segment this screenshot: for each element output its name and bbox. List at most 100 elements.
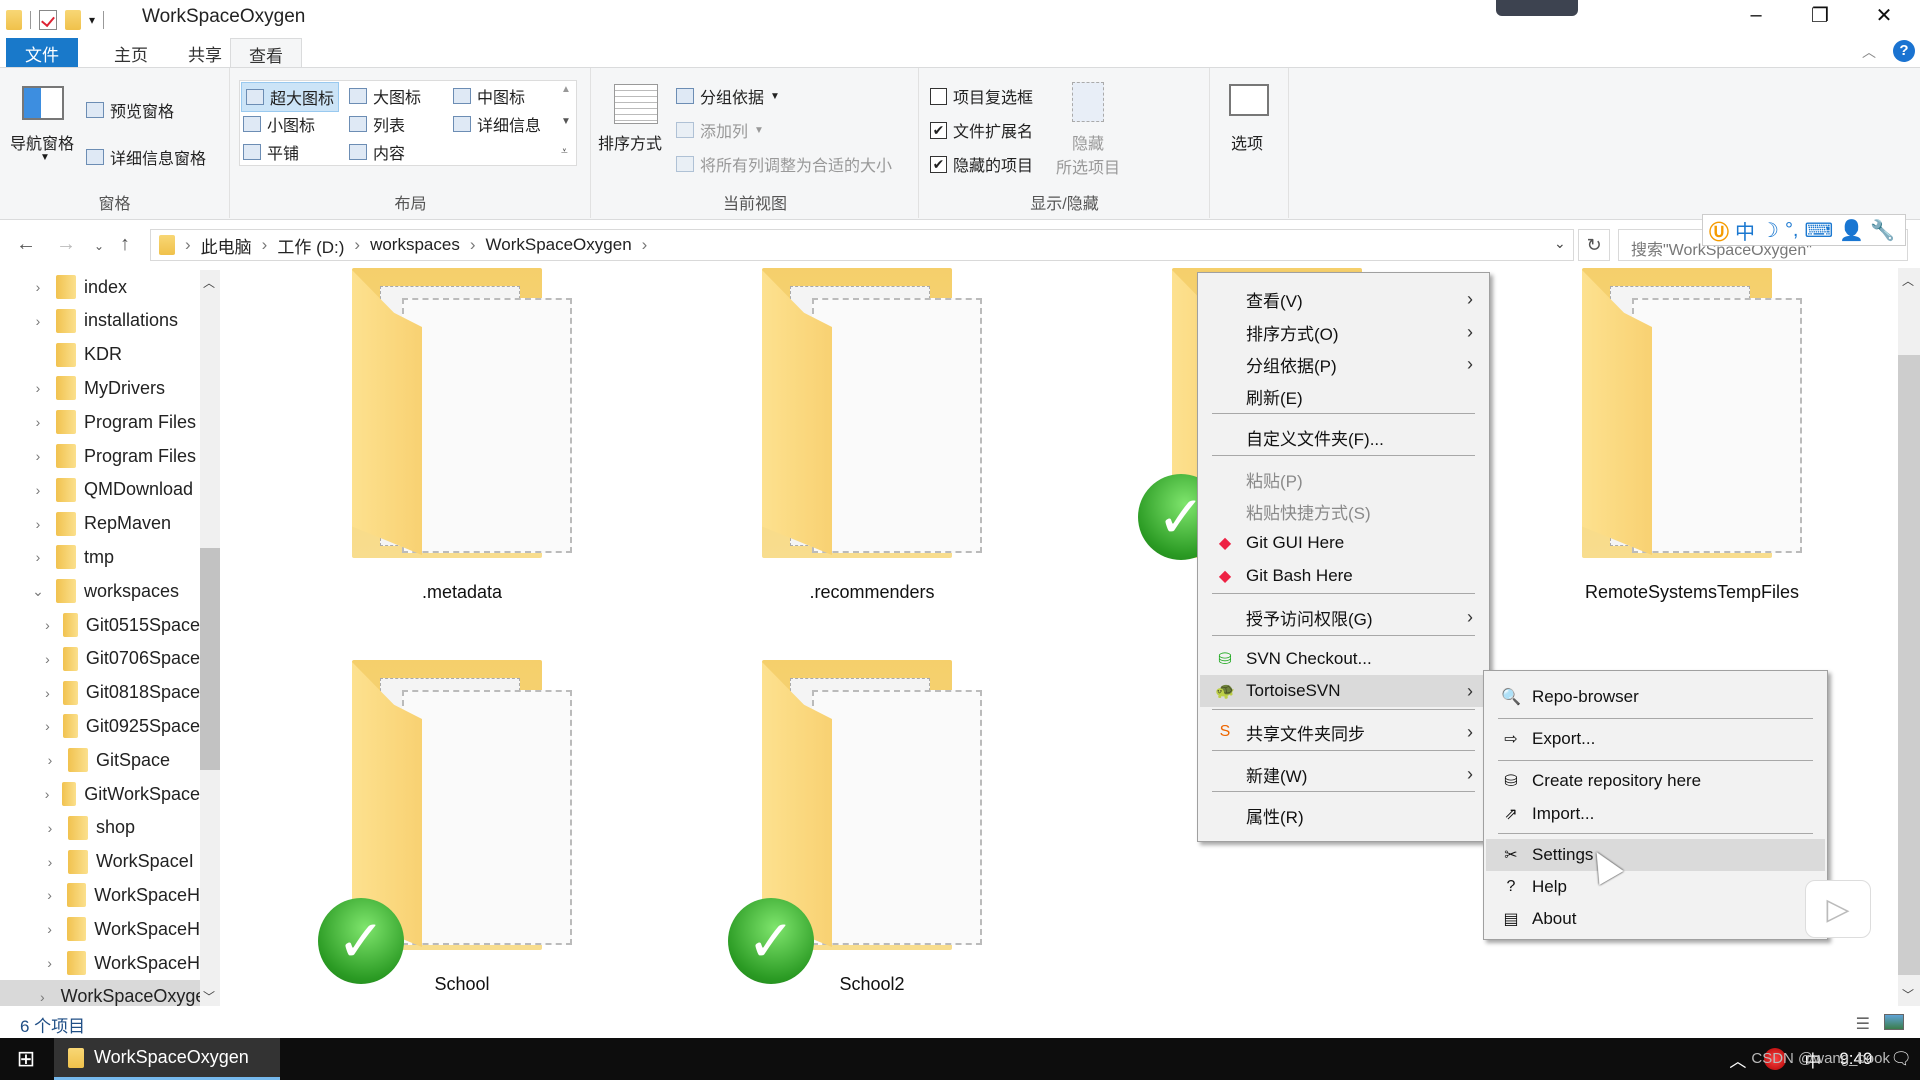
navigation-pane-button[interactable]: 导航窗格 xyxy=(10,130,74,154)
customize-quick-access-icon[interactable]: ▾ xyxy=(89,13,95,27)
breadcrumb-current[interactable]: WorkSpaceOxygen xyxy=(486,235,632,255)
context-menu-item[interactable]: 查看(V) › xyxy=(1200,283,1487,315)
nav-tree-item[interactable]: › Git0925Space xyxy=(0,709,200,743)
context-menu-item[interactable]: ◆ Git Bash Here xyxy=(1200,560,1487,592)
fit-columns-button[interactable]: 将所有列调整为合适的大小 xyxy=(676,152,892,176)
maximize-button[interactable]: ❐ xyxy=(1790,0,1850,30)
scroll-up-icon[interactable]: ︿ xyxy=(203,274,215,291)
nav-tree-item[interactable]: › Git0515Space xyxy=(0,608,200,642)
tab-file[interactable]: 文件 xyxy=(6,38,78,68)
context-menu-item[interactable]: 粘贴(P) xyxy=(1200,463,1487,495)
address-dropdown-icon[interactable]: ⌄ xyxy=(1554,235,1566,252)
chevron-right-icon[interactable]: › xyxy=(28,482,48,498)
chevron-right-icon[interactable]: › xyxy=(40,955,59,971)
checkbox-checked[interactable]: ✔ xyxy=(930,121,947,139)
layout-tiles[interactable]: 平铺 xyxy=(243,140,299,164)
checkbox[interactable] xyxy=(930,87,947,105)
nav-tree-item[interactable]: › GitSpace xyxy=(0,743,200,777)
sort-by-button[interactable]: 排序方式 xyxy=(598,130,662,154)
nav-tree-item[interactable]: › RepMaven xyxy=(0,507,200,541)
breadcrumb[interactable]: › 此电脑 › 工作 (D:) › workspaces › WorkSpace… xyxy=(150,229,1574,261)
context-menu-item[interactable]: 分组依据(P) › xyxy=(1200,348,1487,380)
windows-start-icon[interactable]: ⊞ xyxy=(0,1038,52,1080)
chevron-right-icon[interactable]: › xyxy=(40,752,60,768)
half-width-icon[interactable]: ☽ xyxy=(1761,218,1779,243)
nav-tree-item[interactable]: › installations xyxy=(0,304,200,338)
scroll-down-icon[interactable]: ﹀ xyxy=(1902,986,1914,1003)
checkbox-checked[interactable]: ✔ xyxy=(930,155,947,173)
svn-menu-item[interactable]: ⛁ Create repository here xyxy=(1486,765,1825,797)
nav-tree-item[interactable]: › MyDrivers xyxy=(0,371,200,405)
context-menu-item[interactable]: 粘贴快捷方式(S) xyxy=(1200,495,1487,527)
minimize-button[interactable]: – xyxy=(1726,0,1786,30)
svn-menu-item[interactable]: 🔍 Repo-browser xyxy=(1486,681,1825,713)
nav-tree-item[interactable]: › WorkSpaceI xyxy=(0,845,200,879)
keyboard-icon[interactable]: ⌨ xyxy=(1805,218,1834,243)
nav-tree-item[interactable]: › Program Files xyxy=(0,405,200,439)
collapse-ribbon-icon[interactable]: ︿ xyxy=(1862,42,1876,62)
chevron-right-icon[interactable]: › xyxy=(28,313,48,329)
file-extensions-toggle[interactable]: ✔ 文件扩展名 xyxy=(930,118,1033,142)
svn-menu-item[interactable]: ▤ About xyxy=(1486,903,1825,935)
nav-tree-item[interactable]: ⌄ workspaces xyxy=(0,574,200,608)
ime-mode-toggle[interactable]: 中 xyxy=(1735,216,1755,245)
folder-item[interactable]: RemoteSystemsTempFiles xyxy=(1522,268,1862,603)
ime-logo-icon[interactable]: Ⓤ xyxy=(1709,216,1729,245)
nav-tree-item[interactable]: › shop xyxy=(0,811,200,845)
floating-video-widget[interactable]: ▷ xyxy=(1805,880,1871,938)
details-pane-button[interactable]: 详细信息窗格 xyxy=(86,145,206,169)
group-by-button[interactable]: 分组依据 ▼ xyxy=(676,84,780,108)
folder-item[interactable]: ✓ School2 xyxy=(702,660,1042,995)
chevron-right-icon[interactable]: › xyxy=(28,516,48,532)
breadcrumb-drive[interactable]: 工作 (D:) xyxy=(277,233,344,258)
layout-large-icons[interactable]: 大图标 xyxy=(349,84,421,108)
chevron-right-icon[interactable]: › xyxy=(28,549,48,565)
preview-pane-button[interactable]: 预览窗格 xyxy=(86,98,174,122)
action-center-icon[interactable]: 🗨 xyxy=(1890,1049,1912,1069)
chevron-right-icon[interactable]: › xyxy=(40,887,59,903)
close-button[interactable]: ✕ xyxy=(1854,0,1914,30)
context-menu-item[interactable]: 新建(W) › xyxy=(1200,758,1487,790)
context-menu-item[interactable]: 刷新(E) xyxy=(1200,380,1487,412)
show-hidden-icons-icon[interactable]: ︿ xyxy=(1729,1047,1746,1072)
chevron-right-icon[interactable]: › xyxy=(28,380,48,396)
chevron-right-icon[interactable]: › xyxy=(28,414,48,430)
wrench-icon[interactable]: 🔧 xyxy=(1870,218,1895,243)
breadcrumb-workspaces[interactable]: workspaces xyxy=(370,235,460,255)
options-button[interactable]: 选项 xyxy=(1231,130,1263,154)
nav-scrollbar-thumb[interactable] xyxy=(200,548,220,770)
layout-small-icons[interactable]: 小图标 xyxy=(243,112,315,136)
layout-details[interactable]: 详细信息 xyxy=(453,112,541,136)
chevron-right-icon[interactable]: › xyxy=(40,617,55,633)
chevron-right-icon[interactable]: › xyxy=(40,786,54,802)
context-menu-item[interactable]: 🐢 TortoiseSVN › xyxy=(1200,675,1487,707)
context-menu-item[interactable]: 属性(R) xyxy=(1200,799,1487,831)
punctuation-icon[interactable]: °, xyxy=(1785,219,1799,242)
nav-tree-item[interactable]: › GitWorkSpace xyxy=(0,777,200,811)
recent-locations-icon[interactable]: ⌄ xyxy=(94,239,104,253)
scroll-up-icon[interactable]: ︿ xyxy=(1902,272,1914,289)
content-scrollbar-thumb[interactable] xyxy=(1898,355,1920,975)
hidden-items-toggle[interactable]: ✔ 隐藏的项目 xyxy=(930,152,1033,176)
folder-item[interactable]: .metadata xyxy=(292,268,632,603)
context-menu-item[interactable]: 自定义文件夹(F)... xyxy=(1200,421,1487,453)
help-icon[interactable]: ? xyxy=(1893,40,1915,62)
context-menu-item[interactable]: ◆ Git GUI Here xyxy=(1200,527,1487,559)
hide-selected-button[interactable]: 隐藏 xyxy=(1072,130,1104,154)
nav-tree-item[interactable]: › Git0818Space xyxy=(0,676,200,710)
nav-tree-item[interactable]: › Program Files xyxy=(0,439,200,473)
layout-extra-large-icons[interactable]: 超大图标 xyxy=(241,82,340,112)
navigation-pane-icon[interactable] xyxy=(22,86,64,120)
svn-menu-item[interactable]: ? Help xyxy=(1486,871,1825,903)
layout-medium-icons[interactable]: 中图标 xyxy=(453,84,525,108)
chevron-down-icon[interactable]: ⌄ xyxy=(28,583,48,600)
nav-tree-item[interactable]: › index xyxy=(0,270,200,304)
layout-list[interactable]: 列表 xyxy=(349,112,405,136)
chevron-right-icon[interactable]: › xyxy=(40,854,60,870)
new-folder-icon[interactable] xyxy=(65,10,81,30)
add-columns-button[interactable]: 添加列 ▼ xyxy=(676,118,764,142)
context-menu-item[interactable]: 授予访问权限(G) › xyxy=(1200,601,1487,633)
item-checkboxes-toggle[interactable]: 项目复选框 xyxy=(930,84,1033,108)
nav-tree-item[interactable]: KDR xyxy=(0,338,200,372)
chevron-right-icon[interactable]: › xyxy=(28,279,48,295)
